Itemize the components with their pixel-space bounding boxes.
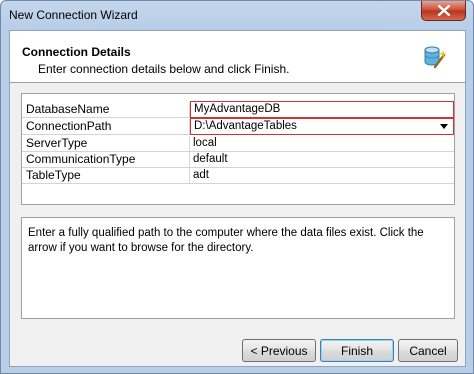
connection-path-value: D:\AdvantageTables: [194, 120, 297, 132]
chevron-down-icon[interactable]: [440, 124, 448, 129]
property-description: Enter a fully qualified path to the comp…: [21, 217, 455, 319]
grid-row-communication-type[interactable]: CommunicationType default: [22, 152, 454, 168]
title-bar[interactable]: New Connection Wizard: [1, 1, 473, 29]
cancel-button[interactable]: Cancel: [398, 339, 458, 362]
property-name: ServerType: [22, 136, 190, 151]
grid-row-server-type[interactable]: ServerType local: [22, 136, 454, 152]
properties-grid: DatabaseName MyAdvantageDB ConnectionPat…: [21, 93, 455, 205]
close-icon: [437, 5, 450, 16]
property-name: DatabaseName: [22, 102, 190, 117]
header-subtitle: Enter connection details below and click…: [38, 62, 290, 76]
finish-button[interactable]: Finish: [320, 339, 394, 362]
close-button[interactable]: [421, 1, 466, 21]
wizard-header: Connection Details Enter connection deta…: [10, 31, 465, 83]
wizard-body: Connection Details Enter connection deta…: [9, 30, 466, 367]
grid-row-connection-path[interactable]: ConnectionPath D:\AdvantageTables: [22, 118, 454, 135]
connection-path-field[interactable]: D:\AdvantageTables: [190, 118, 454, 135]
grid-row-database-name[interactable]: DatabaseName MyAdvantageDB: [22, 101, 454, 118]
header-title: Connection Details: [22, 45, 131, 59]
wizard-window: New Connection Wizard Connection Details…: [0, 0, 474, 374]
grid-row-table-type[interactable]: TableType adt: [22, 168, 454, 184]
server-type-field[interactable]: local: [190, 136, 454, 151]
table-type-field[interactable]: adt: [190, 168, 454, 183]
previous-button[interactable]: < Previous: [242, 339, 316, 362]
database-wand-icon: [424, 46, 446, 69]
property-name: CommunicationType: [22, 152, 190, 167]
property-name: ConnectionPath: [22, 119, 190, 134]
property-name: TableType: [22, 168, 190, 183]
window-title: New Connection Wizard: [9, 8, 138, 22]
database-name-field[interactable]: MyAdvantageDB: [190, 101, 454, 118]
communication-type-field[interactable]: default: [190, 152, 454, 167]
